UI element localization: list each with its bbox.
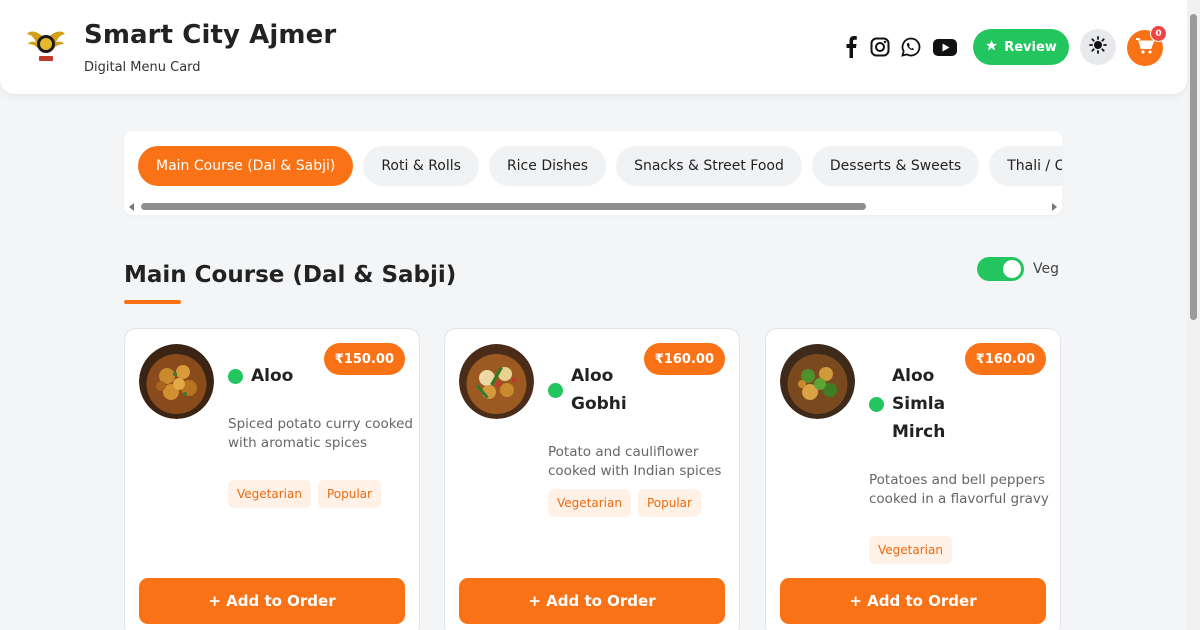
veg-indicator-icon xyxy=(228,368,243,384)
tag-vegetarian: Vegetarian xyxy=(228,480,311,508)
youtube-icon[interactable] xyxy=(933,36,957,58)
cart-count-badge: 0 xyxy=(1150,25,1167,42)
add-to-order-button[interactable]: + Add to Order xyxy=(459,578,725,624)
item-description: Potatoes and bell peppers cooked in a fl… xyxy=(869,472,1049,507)
menu-item-card: ₹160.00 Aloo Simla Mirch Potatoes and be… xyxy=(765,328,1061,630)
veg-filter-label: Veg xyxy=(1033,261,1059,277)
category-tabs: Main Course (Dal & Sabji) Roti & Rolls R… xyxy=(124,131,1062,215)
page-scrollbar-thumb[interactable] xyxy=(1190,14,1197,320)
item-description: Spiced potato curry cooked with aromatic… xyxy=(228,416,413,451)
add-to-order-button[interactable]: + Add to Order xyxy=(139,578,405,624)
tag-popular: Popular xyxy=(637,489,701,517)
item-name-row: Aloo Simla Mirch xyxy=(869,362,945,446)
menu-item-card: ₹160.00 Aloo Gobhi Potato and cauliflowe… xyxy=(444,328,740,630)
tab-thali[interactable]: Thali / Combos xyxy=(989,146,1062,186)
price-badge: ₹160.00 xyxy=(643,343,725,375)
veg-filter-toggle[interactable] xyxy=(977,257,1024,281)
site-header: Smart City Ajmer Digital Menu Card Revie… xyxy=(0,0,1187,94)
dish-image xyxy=(780,344,855,419)
item-tags: Vegetarian xyxy=(869,536,952,564)
tabs-scrollbar-thumb[interactable] xyxy=(141,203,866,210)
veg-indicator-icon xyxy=(869,396,884,412)
item-name: Aloo Simla Mirch xyxy=(892,366,946,442)
whatsapp-icon[interactable] xyxy=(900,36,922,58)
brand-title: Smart City Ajmer xyxy=(84,20,337,50)
item-tags: Vegetarian Popular xyxy=(548,489,701,517)
item-name-row: Aloo xyxy=(228,362,293,390)
theme-toggle-button[interactable] xyxy=(1080,29,1116,65)
item-name: Aloo Gobhi xyxy=(571,366,627,414)
instagram-icon[interactable] xyxy=(869,36,891,58)
tab-desserts-sweets[interactable]: Desserts & Sweets xyxy=(811,146,980,186)
scroll-left-arrow-icon[interactable] xyxy=(129,203,134,211)
price-badge: ₹160.00 xyxy=(964,343,1046,375)
category-tab-list: Main Course (Dal & Sabji) Roti & Rolls R… xyxy=(138,146,1062,186)
scroll-right-arrow-icon[interactable] xyxy=(1052,203,1057,211)
tag-vegetarian: Vegetarian xyxy=(548,489,631,517)
winged-emblem-logo-icon[interactable] xyxy=(26,26,66,62)
tab-main-course[interactable]: Main Course (Dal & Sabji) xyxy=(138,146,354,186)
tab-rice-dishes[interactable]: Rice Dishes xyxy=(488,146,607,186)
dish-image xyxy=(139,344,214,419)
sun-icon xyxy=(1089,36,1107,58)
veg-toggle-knob xyxy=(1003,260,1021,278)
cart-icon xyxy=(1136,38,1155,58)
item-name: Aloo xyxy=(251,366,294,386)
tag-vegetarian: Vegetarian xyxy=(869,536,952,564)
star-icon xyxy=(985,39,998,56)
tag-popular: Popular xyxy=(317,480,381,508)
section-title-underline xyxy=(124,300,181,304)
tabs-scrollbar[interactable] xyxy=(124,200,1062,213)
dish-image xyxy=(459,344,534,419)
brand-subtitle: Digital Menu Card xyxy=(84,60,201,75)
veg-indicator-icon xyxy=(548,382,563,398)
tab-roti-rolls[interactable]: Roti & Rolls xyxy=(363,146,479,186)
section-title: Main Course (Dal & Sabji) xyxy=(124,262,457,288)
facebook-icon[interactable] xyxy=(840,36,862,58)
item-name-row: Aloo Gobhi xyxy=(548,362,627,418)
tab-snacks-street-food[interactable]: Snacks & Street Food xyxy=(616,146,802,186)
page-scrollbar[interactable] xyxy=(1187,0,1200,630)
price-badge: ₹150.00 xyxy=(323,343,405,375)
review-label: Review xyxy=(1004,39,1057,55)
item-description: Potato and cauliflower cooked with India… xyxy=(548,444,722,479)
add-to-order-button[interactable]: + Add to Order xyxy=(780,578,1046,624)
menu-item-card: ₹150.00 Aloo Spiced potato curry cooked … xyxy=(124,328,420,630)
item-tags: Vegetarian Popular xyxy=(228,480,381,508)
review-button[interactable]: Review xyxy=(973,29,1069,65)
